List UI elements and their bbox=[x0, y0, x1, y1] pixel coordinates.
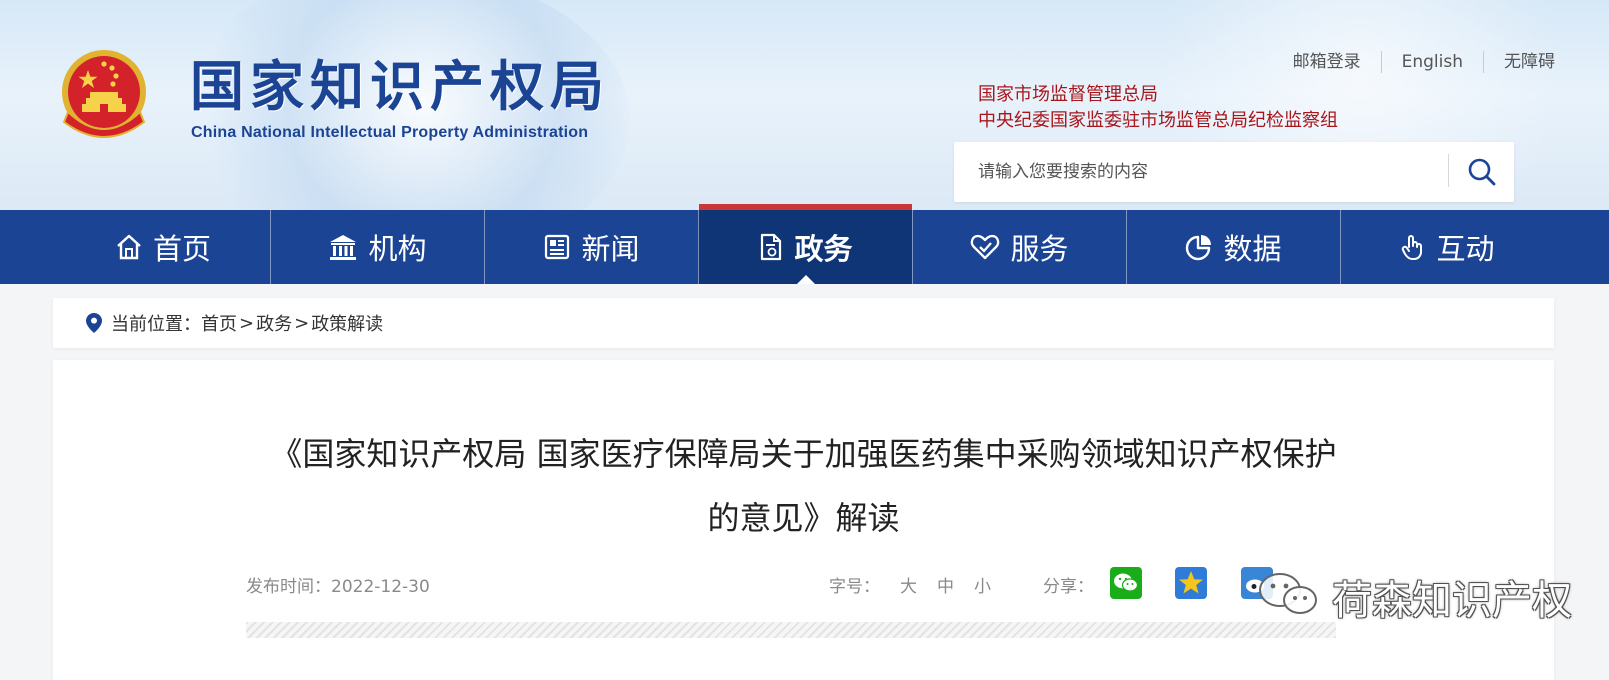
institution-icon bbox=[330, 235, 357, 260]
nav-label: 数据 bbox=[1223, 232, 1282, 266]
samr-link[interactable]: 国家市场监督管理总局 bbox=[978, 80, 1158, 106]
top-links: 邮箱登录 English 无障碍 bbox=[1273, 51, 1555, 73]
font-size-label: 字号： bbox=[829, 577, 880, 597]
pie-chart-icon bbox=[1186, 235, 1212, 261]
nav-label: 新闻 bbox=[581, 232, 640, 266]
wechat-share-icon[interactable] bbox=[1109, 566, 1143, 600]
wechat-logo-icon bbox=[1259, 573, 1317, 614]
news-icon bbox=[545, 234, 570, 260]
breadcrumb-home[interactable]: 首页 bbox=[201, 310, 237, 336]
nav-label: 首页 bbox=[152, 232, 211, 266]
breadcrumb: 当前位置： 首页 > 政务 > 政策解读 bbox=[53, 298, 1554, 348]
qzone-share-icon[interactable] bbox=[1174, 566, 1208, 600]
font-size-small-button[interactable]: 小 bbox=[974, 572, 991, 597]
search-input[interactable] bbox=[954, 142, 1442, 202]
nav-label: 机构 bbox=[368, 232, 427, 266]
english-link[interactable]: English bbox=[1380, 51, 1483, 73]
nav-item-home[interactable]: 首页 bbox=[56, 210, 270, 284]
font-size-medium-button[interactable]: 中 bbox=[937, 572, 954, 597]
main-nav: 首页 机构 新闻 政务 服务 数据 互动 bbox=[0, 204, 1609, 284]
nav-item-institution[interactable]: 机构 bbox=[270, 210, 484, 284]
site-header: 国家知识产权局 China National Intellectual Prop… bbox=[0, 0, 1609, 210]
nav-item-news[interactable]: 新闻 bbox=[484, 210, 698, 284]
search-box bbox=[954, 142, 1514, 202]
article-title-line: 的意见》解读 bbox=[707, 499, 900, 537]
wechat-watermark: 荷森知识产权 bbox=[1240, 560, 1609, 624]
nav-item-government-affairs[interactable]: 政务 bbox=[698, 204, 912, 284]
national-emblem-logo[interactable] bbox=[58, 48, 150, 144]
font-size-large-button[interactable]: 大 bbox=[900, 572, 917, 597]
document-icon bbox=[761, 233, 782, 261]
breadcrumb-policy-interpretation[interactable]: 政策解读 bbox=[311, 310, 383, 336]
location-pin-icon bbox=[86, 313, 102, 333]
mail-login-link[interactable]: 邮箱登录 bbox=[1273, 51, 1381, 73]
search-button[interactable] bbox=[1450, 142, 1514, 202]
article-divider bbox=[246, 622, 1336, 638]
share-controls: 分享： bbox=[1043, 567, 1273, 599]
share-label: 分享： bbox=[1043, 577, 1094, 597]
hand-pointer-icon bbox=[1402, 235, 1423, 260]
article-title-line: 《国家知识产权局 国家医疗保障局关于加强医药集中采购领域知识产权保护 bbox=[270, 435, 1337, 473]
nav-item-data[interactable]: 数据 bbox=[1126, 210, 1340, 284]
site-subtitle: China National Intellectual Property Adm… bbox=[191, 124, 589, 141]
breadcrumb-separator: > bbox=[239, 312, 255, 334]
search-divider bbox=[1448, 154, 1449, 187]
article-title: 《国家知识产权局 国家医疗保障局关于加强医药集中采购领域知识产权保护 的意见》解… bbox=[203, 422, 1404, 550]
nav-label: 政务 bbox=[794, 232, 853, 266]
site-title[interactable]: 国家知识产权局 bbox=[190, 56, 610, 116]
nav-item-interaction[interactable]: 互动 bbox=[1340, 210, 1554, 284]
article-panel: 《国家知识产权局 国家医疗保障局关于加强医药集中采购领域知识产权保护 的意见》解… bbox=[53, 360, 1554, 680]
nav-label: 服务 bbox=[1010, 232, 1069, 266]
nav-label: 互动 bbox=[1436, 232, 1495, 266]
service-heart-icon bbox=[971, 234, 1000, 260]
search-icon bbox=[1468, 158, 1496, 186]
home-icon bbox=[117, 234, 141, 260]
article-meta: 发布时间：2022-12-30 字号： 大 中 小 分享： bbox=[246, 567, 1336, 600]
breadcrumb-prefix: 当前位置： bbox=[111, 314, 201, 335]
nav-item-service[interactable]: 服务 bbox=[912, 210, 1126, 284]
inspection-group-link[interactable]: 中央纪委国家监委驻市场监管总局纪检监察组 bbox=[978, 106, 1338, 132]
publish-date: 发布时间：2022-12-30 bbox=[246, 577, 430, 597]
watermark-text: 荷森知识产权 bbox=[1332, 578, 1572, 624]
breadcrumb-separator: > bbox=[294, 312, 310, 334]
font-size-controls: 字号： 大 中 小 bbox=[829, 572, 991, 597]
accessibility-link[interactable]: 无障碍 bbox=[1483, 51, 1555, 73]
breadcrumb-government-affairs[interactable]: 政务 bbox=[256, 310, 292, 336]
